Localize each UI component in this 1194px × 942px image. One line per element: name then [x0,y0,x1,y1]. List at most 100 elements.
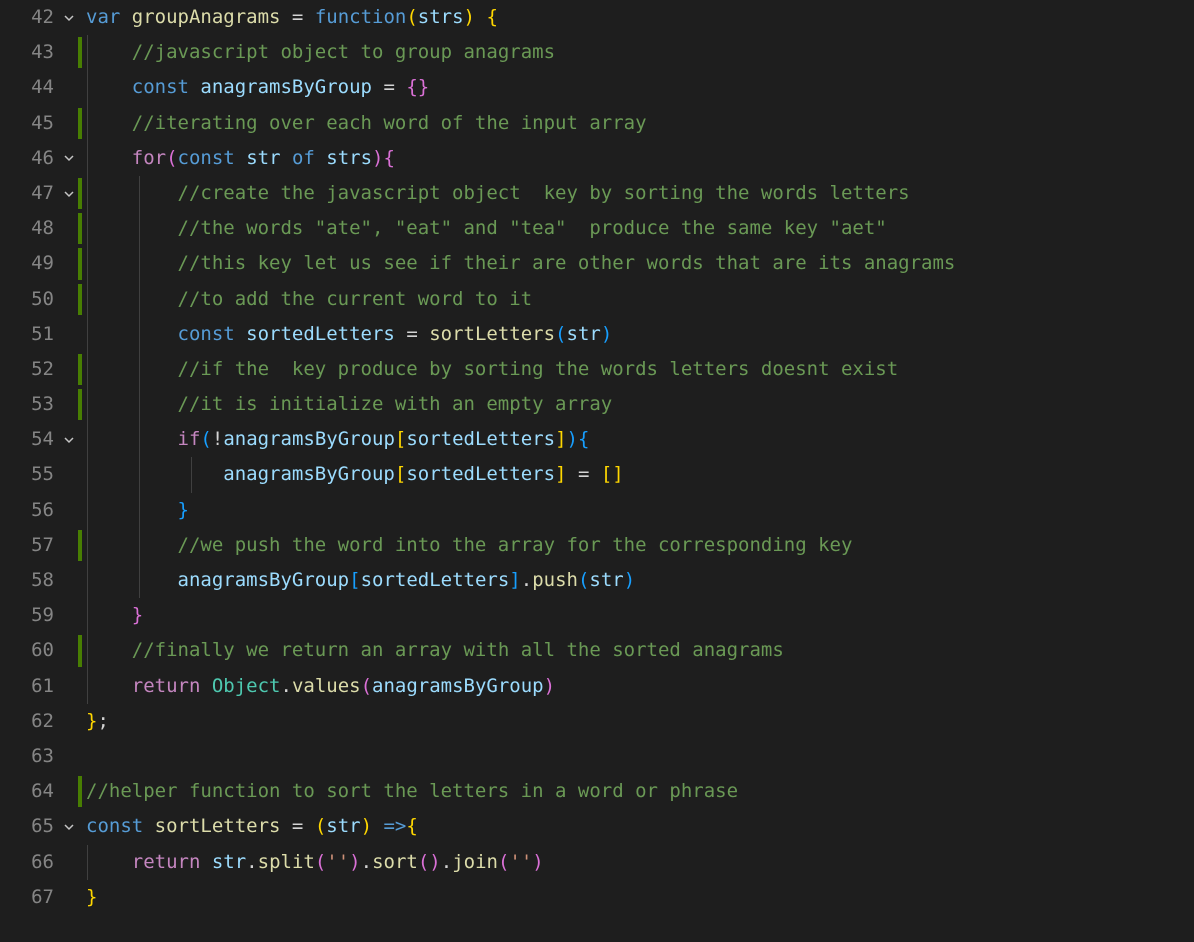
indent-guide [87,70,88,105]
token: ) [361,815,384,837]
token: //helper function to sort the letters in… [86,780,738,802]
indent-guide [87,246,88,281]
line-number: 62 [30,704,60,739]
token: sort [372,851,418,873]
code-line[interactable]: //helper function to sort the letters in… [86,774,1194,809]
token [86,604,132,626]
line-number: 45 [30,106,60,141]
line-number: 49 [30,246,60,281]
token: //the words "ate", "eat" and "tea" produ… [178,217,887,239]
code-line[interactable] [86,739,1194,774]
code-line[interactable]: } [86,880,1194,915]
token: str [326,815,360,837]
fold-toggle[interactable] [60,821,78,833]
token [86,112,132,134]
token: anagramsByGroup [223,463,395,485]
token: . [361,851,372,873]
line-content: if(!anagramsByGroup[sortedLetters]){ [86,422,589,457]
code-line[interactable]: const sortedLetters = sortLetters(str) [86,317,1194,352]
token [86,499,178,521]
line-content: } [86,880,97,915]
fold-toggle[interactable] [60,188,78,200]
code-line[interactable]: //to add the current word to it [86,282,1194,317]
gutter-row: 45 [0,106,78,141]
code-line[interactable]: //we push the word into the array for th… [86,528,1194,563]
indent-guide [87,352,88,387]
line-number: 55 [30,457,60,492]
line-number: 44 [30,70,60,105]
code-line[interactable]: } [86,493,1194,528]
gutter-row: 52 [0,352,78,387]
indent-guide [87,176,88,211]
line-content: var groupAnagrams = function(strs) { [86,0,498,35]
token: //we push the word into the array for th… [178,534,853,556]
code-line[interactable]: }; [86,704,1194,739]
token: ( [498,851,509,873]
token: values [292,675,361,697]
token: ) [601,323,612,345]
gutter-row: 55 [0,457,78,492]
code-line[interactable]: //this key let us see if their are other… [86,246,1194,281]
code-line[interactable]: //the words "ate", "eat" and "tea" produ… [86,211,1194,246]
token: ! [212,428,223,450]
indent-guide [139,246,140,281]
code-line[interactable]: //it is initialize with an empty array [86,387,1194,422]
code-line[interactable]: for(const str of strs){ [86,141,1194,176]
line-number: 42 [30,0,60,35]
indent-guide [139,317,140,352]
line-number: 43 [30,35,60,70]
token [86,252,178,274]
token: anagramsByGroup [372,675,544,697]
fold-toggle[interactable] [60,434,78,446]
code-line[interactable]: //finally we return an array with all th… [86,633,1194,668]
code-line[interactable]: //if the key produce by sorting the word… [86,352,1194,387]
gutter-row: 56 [0,493,78,528]
code-line[interactable]: if(!anagramsByGroup[sortedLetters]){ [86,422,1194,457]
code-line[interactable]: } [86,598,1194,633]
indent-guide [139,387,140,422]
code-line[interactable]: const sortLetters = (str) =>{ [86,809,1194,844]
code-area[interactable]: var groupAnagrams = function(strs) { //j… [78,0,1194,942]
code-line[interactable]: const anagramsByGroup = {} [86,70,1194,105]
indent-guide [139,493,140,528]
gutter-row: 50 [0,282,78,317]
line-content: return Object.values(anagramsByGroup) [86,669,555,704]
code-line[interactable]: //create the javascript object key by so… [86,176,1194,211]
gutter-row: 61 [0,669,78,704]
gutter-row: 48 [0,211,78,246]
token: ) [532,851,543,873]
line-number: 58 [30,563,60,598]
code-editor[interactable]: 4243444546474849505152535455565758596061… [0,0,1194,942]
gutter-row: 67 [0,880,78,915]
line-number: 53 [30,387,60,422]
modified-indicator [78,284,82,315]
code-line[interactable]: return Object.values(anagramsByGroup) [86,669,1194,704]
line-content: //if the key produce by sorting the word… [86,352,898,387]
line-content: //we push the word into the array for th… [86,528,852,563]
token: push [532,569,578,591]
indent-guide [139,282,140,317]
code-line[interactable]: return str.split('').sort().join('') [86,845,1194,880]
fold-toggle[interactable] [60,152,78,164]
token: str [246,147,280,169]
fold-toggle[interactable] [60,12,78,24]
modified-indicator [78,354,82,385]
code-line[interactable]: var groupAnagrams = function(strs) { [86,0,1194,35]
indent-guide [87,669,88,704]
token: strs [326,147,372,169]
code-line[interactable]: anagramsByGroup[sortedLetters] = [] [86,457,1194,492]
gutter-row: 60 [0,633,78,668]
gutter-row: 47 [0,176,78,211]
line-number: 59 [30,598,60,633]
indent-guide [87,387,88,422]
token: //finally we return an array with all th… [132,639,784,661]
code-line[interactable]: //javascript object to group anagrams [86,35,1194,70]
code-line[interactable]: anagramsByGroup[sortedLetters].push(str) [86,563,1194,598]
token: { [384,147,395,169]
line-number: 52 [30,352,60,387]
token: sortLetters [155,815,281,837]
gutter-row: 64 [0,774,78,809]
code-line[interactable]: //iterating over each word of the input … [86,106,1194,141]
token [86,41,132,63]
indent-guide [87,35,88,70]
